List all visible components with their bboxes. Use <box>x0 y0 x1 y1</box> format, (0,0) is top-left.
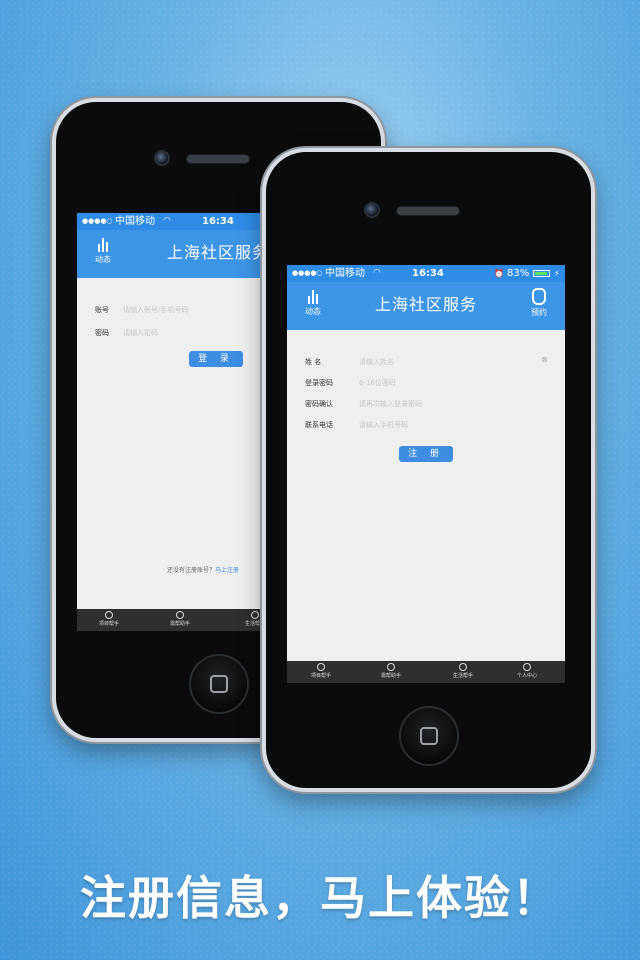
tab-label: 项目帮手 <box>310 673 331 679</box>
tab-life-helper[interactable]: 生活帮手 <box>433 663 493 679</box>
tab-icon <box>317 663 325 671</box>
login-password-label: 登录密码 <box>305 379 333 387</box>
signal-icon: ●●●●○ <box>292 269 323 277</box>
password-label: 密码 <box>95 329 109 337</box>
back-phone-home-button[interactable] <box>189 654 249 714</box>
hand-icon <box>532 288 546 305</box>
name-label: 姓 名 <box>305 358 322 366</box>
dynamics-label: 动态 <box>95 255 111 264</box>
front-phone-home-button[interactable] <box>399 706 459 766</box>
tab-icon <box>387 663 395 671</box>
carrier-label: 中国移动 <box>115 216 155 227</box>
back-phone-camera <box>154 150 170 166</box>
battery-icon <box>533 270 550 277</box>
tab-icon <box>523 663 531 671</box>
register-prompt-text: 还没有注册账号？ <box>167 567 216 574</box>
password-confirm-label: 密码确认 <box>305 400 333 408</box>
bar-chart-icon <box>95 236 111 252</box>
carrier-label: 中国移动 <box>325 268 365 279</box>
tab-icon <box>459 663 467 671</box>
register-button[interactable]: 注 册 <box>399 446 453 462</box>
phone-label: 联系电话 <box>305 421 333 429</box>
status-time: 16:34 <box>412 268 444 279</box>
alarm-icon: ⏰ <box>494 269 504 278</box>
tab-icon <box>176 611 184 619</box>
tab-icon <box>251 611 259 619</box>
tab-icon <box>105 611 113 619</box>
appointment-label: 预约 <box>531 308 547 317</box>
tab-label: 个人中心 <box>516 673 537 679</box>
front-phone-speaker <box>396 206 460 216</box>
login-button[interactable]: 登 录 <box>189 351 243 367</box>
status-time: 16:34 <box>202 216 234 227</box>
login-password-input[interactable]: 6-16位密码 <box>359 378 396 388</box>
appointment-button[interactable]: 预约 <box>519 288 559 318</box>
clear-icon[interactable]: ⊗ <box>541 355 548 364</box>
account-input[interactable]: 请输入账号/手机号码 <box>123 305 188 315</box>
tab-help-helper[interactable]: 需帮助手 <box>150 611 210 627</box>
tab-project-helper[interactable]: 项目帮手 <box>291 663 351 679</box>
register-link[interactable]: 马上注册 <box>215 567 239 574</box>
nav-bar: 动态 上海社区服务 预约 <box>287 282 565 330</box>
signal-icon: ●●●●○ <box>82 217 113 225</box>
back-phone-speaker <box>186 154 250 164</box>
tab-project-helper[interactable]: 项目帮手 <box>79 611 139 627</box>
charging-icon: ⚡ <box>554 269 560 278</box>
tab-label: 生活帮手 <box>452 673 473 679</box>
wifi-icon: ◠ <box>373 268 381 278</box>
tab-help-helper[interactable]: 需帮助手 <box>361 663 421 679</box>
password-confirm-input[interactable]: 请再次输入登录密码 <box>359 399 422 409</box>
tab-label: 需帮助手 <box>380 673 401 679</box>
tab-label: 需帮助手 <box>169 621 190 627</box>
battery-percent: 83% <box>507 268 530 279</box>
tab-personal-center[interactable]: 个人中心 <box>497 663 557 679</box>
name-input[interactable]: 请输入姓名 <box>359 357 394 367</box>
front-phone-camera <box>364 202 380 218</box>
password-input[interactable]: 请输入密码 <box>123 328 158 338</box>
account-label: 账号 <box>95 306 109 314</box>
dynamics-button[interactable]: 动态 <box>83 236 123 265</box>
phone-input[interactable]: 请输入手机号码 <box>359 420 408 430</box>
register-prompt: 还没有注册账号？马上注册 <box>167 565 239 574</box>
wifi-icon: ◠ <box>163 216 171 226</box>
front-phone-device: ●●●●○ 中国移动 ◠ 16:34 ⏰ 83% ⚡ 动态 上海社区服务 预约 … <box>262 148 595 792</box>
front-phone-screen: ●●●●○ 中国移动 ◠ 16:34 ⏰ 83% ⚡ 动态 上海社区服务 预约 … <box>287 265 565 683</box>
status-bar: ●●●●○ 中国移动 ◠ 16:34 ⏰ 83% ⚡ <box>287 265 565 282</box>
tab-label: 项目帮手 <box>98 621 119 627</box>
promo-caption: 注册信息，马上体验！ <box>80 871 560 925</box>
tab-bar: 项目帮手 需帮助手 生活帮手 个人中心 <box>287 661 565 683</box>
